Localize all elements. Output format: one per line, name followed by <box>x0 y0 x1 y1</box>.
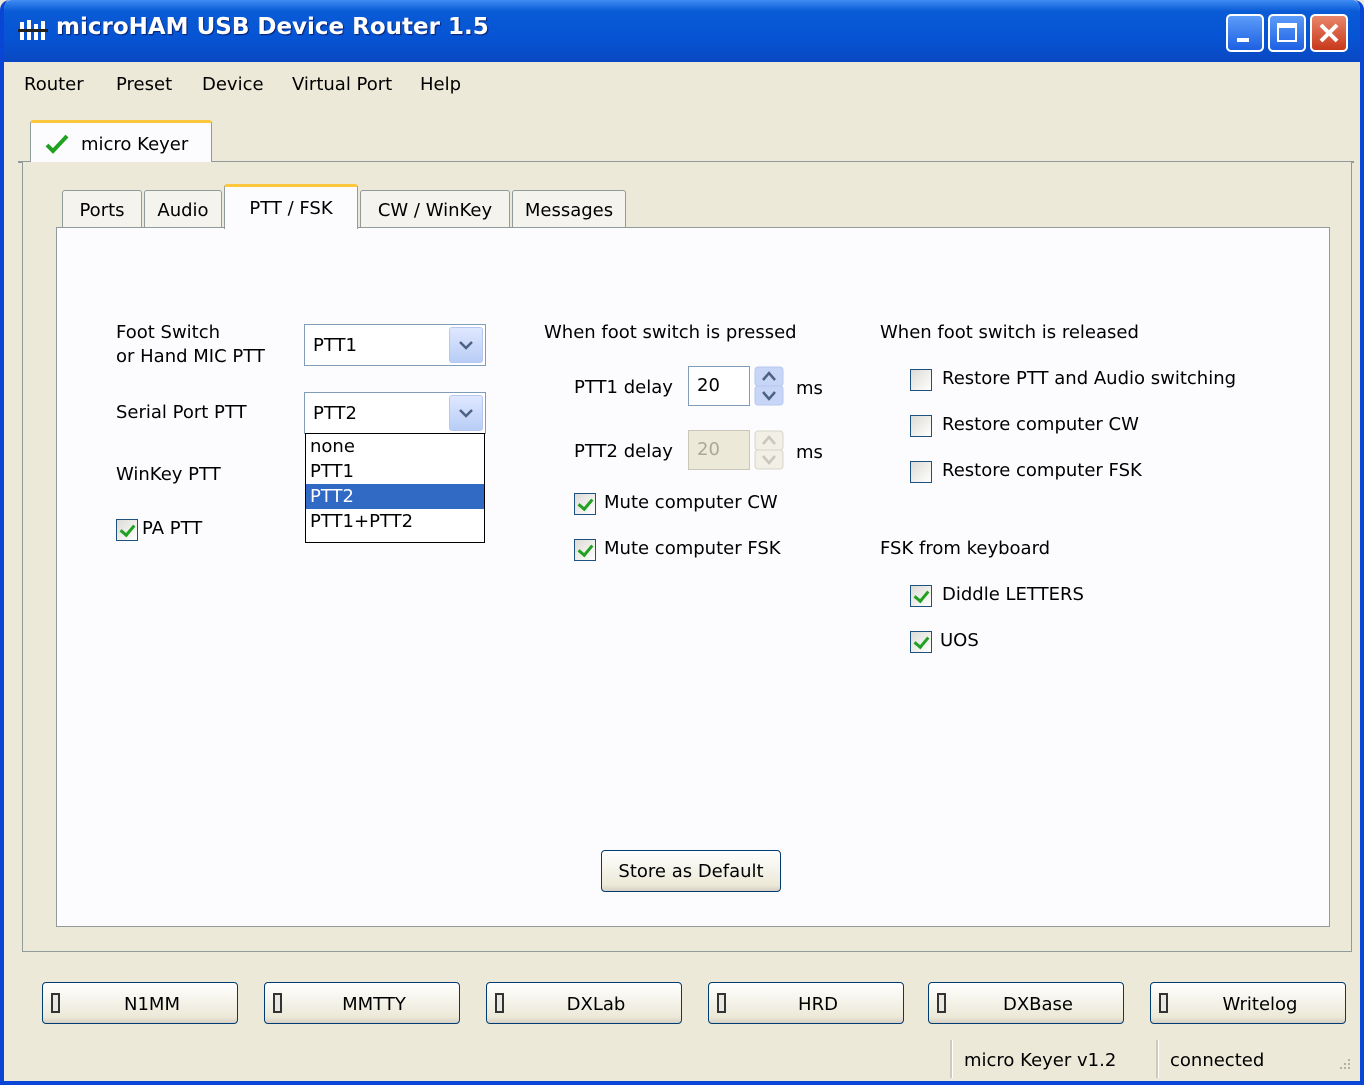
pa-ptt-checkbox[interactable] <box>116 519 138 541</box>
restore-cw-checkbox[interactable] <box>910 415 932 437</box>
foot-switch-label: Foot Switch <box>116 322 221 343</box>
writelog-button[interactable]: Writelog <box>1150 982 1346 1024</box>
status-separator <box>950 1040 953 1078</box>
tab-audio[interactable]: Audio <box>144 190 222 228</box>
pa-ptt-label: PA PTT <box>142 518 203 539</box>
check-icon <box>45 134 69 154</box>
serial-port-dropdown-button[interactable] <box>449 395 483 431</box>
status-connection: connected <box>1170 1050 1265 1071</box>
foot-switch-label-2: or Hand MIC PTT <box>116 346 265 367</box>
restore-fsk-checkbox[interactable] <box>910 461 932 483</box>
writelog-label: Writelog <box>1222 994 1298 1015</box>
tab-ptt-fsk[interactable]: PTT / FSK <box>224 184 358 229</box>
n1mm-indicator <box>51 993 60 1013</box>
menu-bar: Router Preset Device Virtual Port Help <box>4 62 1360 104</box>
foot-switch-select[interactable]: PTT1 <box>304 324 486 366</box>
ptt2-ms-label: ms <box>796 442 823 463</box>
status-separator <box>1156 1040 1159 1078</box>
pressed-heading: When foot switch is pressed <box>544 322 797 343</box>
ptt1-ms-label: ms <box>796 378 823 399</box>
serial-port-ptt-label: Serial Port PTT <box>116 402 247 423</box>
window-title: microHAM USB Device Router 1.5 <box>56 14 489 40</box>
mmtty-indicator <box>273 993 282 1013</box>
hrd-label: HRD <box>798 994 838 1015</box>
ptt2-delay-input: 20 <box>688 430 750 470</box>
uos-label: UOS <box>940 630 979 651</box>
minimize-icon <box>1237 38 1249 42</box>
diddle-letters-label: Diddle LETTERS <box>942 584 1084 605</box>
tab-ports[interactable]: Ports <box>62 190 142 228</box>
restore-fsk-label: Restore computer FSK <box>942 460 1142 481</box>
dxbase-button[interactable]: DXBase <box>928 982 1124 1024</box>
menu-preset[interactable]: Preset <box>116 74 172 95</box>
restore-ptt-audio-label: Restore PTT and Audio switching <box>942 368 1237 389</box>
uos-checkbox[interactable] <box>910 631 932 653</box>
mute-fsk-label: Mute computer FSK <box>604 538 781 559</box>
app-window: microHAM USB Device Router 1.5 Router Pr… <box>0 0 1364 1085</box>
hrd-button[interactable]: HRD <box>708 982 904 1024</box>
tab-messages[interactable]: Messages <box>512 190 626 228</box>
menu-help[interactable]: Help <box>420 74 461 95</box>
mute-cw-label: Mute computer CW <box>604 492 778 513</box>
ptt1-delay-input[interactable]: 20 <box>688 366 750 406</box>
maximize-button[interactable] <box>1268 14 1306 52</box>
mmtty-button[interactable]: MMTTY <box>264 982 460 1024</box>
close-icon <box>1319 23 1339 43</box>
dxbase-label: DXBase <box>1002 994 1074 1015</box>
store-as-default-button[interactable]: Store as Default <box>601 850 781 892</box>
n1mm-label: N1MM <box>124 994 180 1015</box>
serial-port-ptt-value: PTT2 <box>313 403 357 424</box>
router-app-icon <box>18 20 48 40</box>
dxlab-label: DXLab <box>566 994 626 1015</box>
released-heading: When foot switch is released <box>880 322 1139 343</box>
option-ptt2[interactable]: PTT2 <box>306 484 484 509</box>
restore-ptt-audio-checkbox[interactable] <box>910 369 932 391</box>
winkey-ptt-label: WinKey PTT <box>116 464 221 485</box>
n1mm-button[interactable]: N1MM <box>42 982 238 1024</box>
maximize-icon <box>1277 23 1297 42</box>
chevron-down-icon <box>459 341 473 350</box>
title-bar[interactable]: microHAM USB Device Router 1.5 <box>4 0 1360 62</box>
dxbase-indicator <box>937 993 946 1013</box>
chevron-down-icon <box>459 409 473 418</box>
dxlab-button[interactable]: DXLab <box>486 982 682 1024</box>
serial-port-ptt-select[interactable]: PTT2 <box>304 392 486 434</box>
ptt1-delay-spinner[interactable] <box>754 366 784 406</box>
foot-switch-value: PTT1 <box>313 335 357 356</box>
ptt2-delay-label: PTT2 delay <box>574 441 673 462</box>
option-ptt1[interactable]: PTT1 <box>306 459 484 484</box>
ptt2-delay-spinner <box>754 430 784 470</box>
dxlab-indicator <box>495 993 504 1013</box>
minimize-button[interactable] <box>1226 14 1264 52</box>
menu-router[interactable]: Router <box>24 74 84 95</box>
status-device: micro Keyer v1.2 <box>964 1050 1117 1071</box>
option-ptt1-ptt2[interactable]: PTT1+PTT2 <box>306 509 484 534</box>
foot-switch-dropdown-button[interactable] <box>449 327 483 363</box>
writelog-indicator <box>1159 993 1168 1013</box>
restore-cw-label: Restore computer CW <box>942 414 1139 435</box>
close-button[interactable] <box>1310 14 1348 52</box>
mute-fsk-checkbox[interactable] <box>574 539 596 561</box>
mute-cw-checkbox[interactable] <box>574 493 596 515</box>
mmtty-label: MMTTY <box>342 994 406 1015</box>
device-tab-micro-keyer[interactable]: micro Keyer <box>30 120 212 163</box>
resize-grip-icon[interactable] <box>1336 1057 1352 1073</box>
menu-virtual-port[interactable]: Virtual Port <box>292 74 392 95</box>
tab-cw-winkey[interactable]: CW / WinKey <box>360 190 510 228</box>
option-none[interactable]: none <box>306 434 484 459</box>
menu-device[interactable]: Device <box>202 74 264 95</box>
device-tab-label: micro Keyer <box>81 134 189 155</box>
serial-port-options-list: none PTT1 PTT2 PTT1+PTT2 <box>305 433 485 543</box>
fsk-keyboard-heading: FSK from keyboard <box>880 538 1051 559</box>
ptt1-delay-label: PTT1 delay <box>574 377 673 398</box>
diddle-letters-checkbox[interactable] <box>910 585 932 607</box>
hrd-indicator <box>717 993 726 1013</box>
